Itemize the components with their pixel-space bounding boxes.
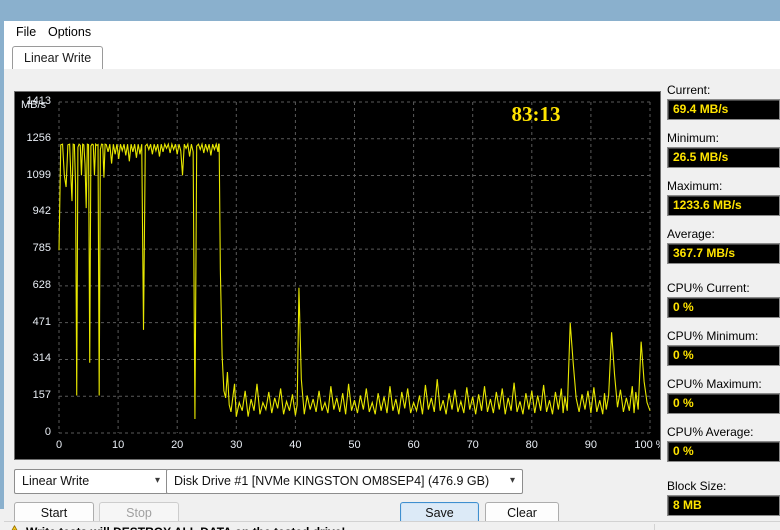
y-tick-label: 628 — [32, 278, 51, 291]
stat-value-cpu-average: 0 % — [667, 441, 780, 462]
performance-graph[interactable]: 0 157 314 471 628 785 942 1099 1256 1413 0 10 20 30 40… — [14, 91, 661, 460]
stat-label-current: Current: — [667, 83, 711, 97]
x-tick-label: 80 — [525, 439, 538, 451]
grid-lines — [58, 101, 651, 434]
y-tick-label: 785 — [32, 242, 51, 255]
x-tick-label: 50 — [348, 439, 361, 451]
stat-value-cpu-current: 0 % — [667, 297, 780, 318]
menu-bar: File Options — [4, 21, 780, 43]
stat-value-cpu-maximum: 0 % — [667, 393, 780, 414]
x-tick-label: 20 — [171, 439, 184, 451]
stat-label-average: Average: — [667, 227, 715, 241]
window-left-edge — [0, 0, 4, 509]
app-window: File Options Linear Write 0 157 314 471 628 7… — [0, 21, 780, 530]
write-speed-trace — [58, 142, 651, 419]
test-mode-value: Linear Write — [22, 474, 90, 488]
tab-linear-write[interactable]: Linear Write — [12, 46, 104, 70]
tab-strip: Linear Write — [4, 43, 780, 70]
menu-file[interactable]: File — [10, 24, 42, 41]
stat-value-maximum: 1233.6 MB/s — [667, 195, 780, 216]
chevron-down-icon: ▾ — [509, 475, 515, 486]
desktop-background: File Options Linear Write 0 157 314 471 628 7… — [0, 0, 780, 530]
x-tick-label: 40 — [289, 439, 302, 451]
warning-triangle-icon — [11, 525, 18, 530]
stat-label-minimum: Minimum: — [667, 131, 720, 145]
statistics-panel: Current: 69.4 MB/s Minimum: 26.5 MB/s Maximu… — [667, 83, 780, 527]
warning-bar: Write tests will DESTROY ALL DATA on the… — [4, 521, 780, 530]
stat-value-block-size: 8 MB — [667, 495, 780, 516]
stat-value-minimum: 26.5 MB/s — [667, 147, 780, 168]
stat-value-average: 367.7 MB/s — [667, 243, 780, 264]
drive-select[interactable]: Disk Drive #1 [NVMe KINGSTON OM8SEP4] (4… — [166, 469, 523, 494]
stat-label-cpu-minimum: CPU% Minimum: — [667, 329, 759, 343]
graph-plot-area: 0 157 314 471 628 785 942 1099 1256 1413 0 10 20 30 40… — [15, 92, 660, 459]
main-content: 0 157 314 471 628 785 942 1099 1256 1413 0 10 20 30 40… — [4, 69, 780, 530]
x-tick-label: 30 — [230, 439, 243, 451]
y-tick-label: 942 — [32, 205, 51, 218]
stat-value-cpu-minimum: 0 % — [667, 345, 780, 366]
x-tick-label: 70 — [466, 439, 479, 451]
x-tick-label: 0 — [55, 439, 63, 451]
status-separator — [654, 524, 655, 530]
stat-label-maximum: Maximum: — [667, 179, 723, 193]
stat-label-cpu-average: CPU% Average: — [667, 425, 754, 439]
y-tick-label: 471 — [32, 315, 51, 328]
test-mode-select[interactable]: Linear Write ▾ — [14, 469, 168, 494]
chevron-down-icon: ▾ — [154, 475, 160, 486]
y-tick-label: 314 — [32, 352, 51, 365]
stat-value-current: 69.4 MB/s — [667, 99, 780, 120]
y-tick-label: 157 — [32, 389, 51, 402]
drive-value: Disk Drive #1 [NVMe KINGSTON OM8SEP4] (4… — [174, 474, 490, 488]
y-axis-unit-label: MB/s — [21, 99, 47, 111]
graph-canvas — [58, 101, 651, 434]
y-tick-label: 1099 — [26, 168, 51, 181]
elapsed-time-display: 83:13 — [511, 102, 561, 126]
x-tick-label: 60 — [407, 439, 420, 451]
x-tick-label: 100 % — [634, 439, 660, 451]
stat-label-cpu-maximum: CPU% Maximum: — [667, 377, 762, 391]
warning-message: Write tests will DESTROY ALL DATA on the… — [26, 525, 345, 530]
x-tick-label: 90 — [584, 439, 598, 451]
stat-label-block-size: Block Size: — [667, 479, 727, 493]
y-tick-label: 1256 — [26, 131, 51, 144]
y-tick-label: 0 — [44, 426, 51, 438]
stat-label-cpu-current: CPU% Current: — [667, 281, 750, 295]
menu-options[interactable]: Options — [42, 24, 97, 41]
x-tick-label: 10 — [111, 439, 125, 451]
